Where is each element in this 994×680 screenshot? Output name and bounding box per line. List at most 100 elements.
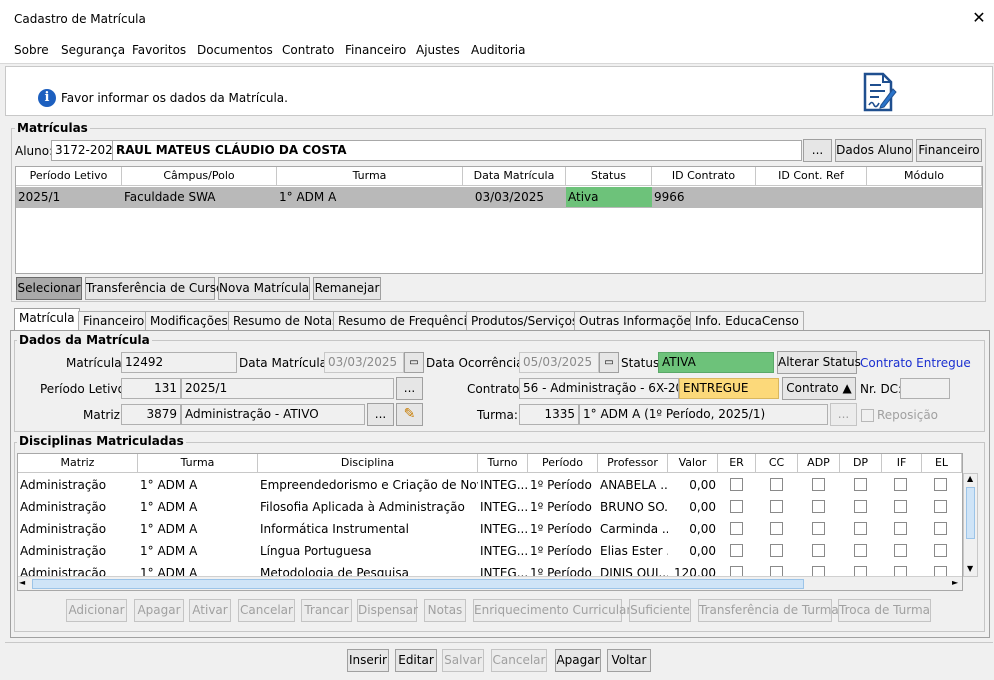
menu-sobre[interactable]: Sobre <box>14 43 49 57</box>
row-checkbox-adp[interactable] <box>812 478 825 491</box>
menu-financeiro[interactable]: Financeiro <box>345 43 406 57</box>
menu-favoritos[interactable]: Favoritos <box>132 43 186 57</box>
row-checkbox-dp[interactable] <box>854 522 867 535</box>
col-periodo-letivo[interactable]: Período Letivo <box>16 167 122 186</box>
status-field[interactable]: ATIVA <box>658 352 774 373</box>
contrato-status-field[interactable]: ENTREGUE <box>679 378 779 399</box>
row-checkbox-adp[interactable] <box>812 522 825 535</box>
tab-produtos-servicos[interactable]: Produtos/Serviços <box>466 311 584 330</box>
cancelar-button[interactable]: Cancelar <box>238 599 295 622</box>
row-checkbox-el[interactable] <box>934 500 947 513</box>
col-turma[interactable]: Turma <box>138 454 258 473</box>
tab-outras-informacoes[interactable]: Outras Informações <box>574 311 703 330</box>
scrollbar-thumb[interactable] <box>966 487 975 539</box>
remanejar-button[interactable]: Remanejar <box>313 277 381 300</box>
col-data-matricula[interactable]: Data Matrícula <box>463 167 566 186</box>
col-disciplina[interactable]: Disciplina <box>258 454 478 473</box>
matriz-search-button[interactable]: ... <box>367 403 394 426</box>
contrato-dropdown-button[interactable]: Contrato ▲ <box>782 377 856 400</box>
voltar-button[interactable]: Voltar <box>607 649 651 672</box>
col-modulo[interactable]: Módulo <box>867 167 982 186</box>
row-checkbox-cc[interactable] <box>770 500 783 513</box>
row-checkbox-cc[interactable] <box>770 478 783 491</box>
col-professor[interactable]: Professor <box>598 454 668 473</box>
scroll-down-icon[interactable]: ▼ <box>967 564 973 573</box>
inserir-button[interactable]: Inserir <box>347 649 389 672</box>
col-id-contrato[interactable]: ID Contrato <box>652 167 756 186</box>
col-el[interactable]: EL <box>922 454 962 473</box>
apagar-button[interactable]: Apagar <box>134 599 184 622</box>
col-periodo[interactable]: Período <box>528 454 598 473</box>
row-checkbox-dp[interactable] <box>854 478 867 491</box>
periodo-search-button[interactable]: ... <box>396 377 423 400</box>
row-checkbox-if[interactable] <box>894 544 907 557</box>
col-er[interactable]: ER <box>718 454 756 473</box>
scroll-left-icon[interactable]: ◄ <box>19 578 25 587</box>
data-ocorrencia-field[interactable]: 05/03/2025 <box>519 352 599 373</box>
col-status[interactable]: Status <box>566 167 652 186</box>
aluno-nome-field[interactable]: RAUL MATEUS CLÁUDIO DA COSTA <box>112 140 802 161</box>
row-checkbox-cc[interactable] <box>770 522 783 535</box>
aluno-search-button[interactable]: ... <box>803 139 832 162</box>
close-icon[interactable]: ✕ <box>970 8 988 27</box>
menu-auditoria[interactable]: Auditoria <box>471 43 525 57</box>
reposicao-checkbox[interactable] <box>861 409 874 422</box>
trancar-button[interactable]: Trancar <box>301 599 352 622</box>
row-checkbox-er[interactable] <box>730 500 743 513</box>
matriz-field[interactable]: Administração - ATIVO <box>181 404 365 425</box>
apagar-button[interactable]: Apagar <box>555 649 601 672</box>
suficiente-button[interactable]: Suficiente <box>629 599 691 622</box>
periodo-field[interactable]: 2025/1 <box>181 378 394 399</box>
tab-resumo-notas[interactable]: Resumo de Notas <box>228 311 344 330</box>
col-adp[interactable]: ADP <box>798 454 840 473</box>
col-turno[interactable]: Turno <box>478 454 528 473</box>
row-checkbox-el[interactable] <box>934 544 947 557</box>
tab-matricula[interactable]: Matrícula <box>14 308 80 331</box>
calendar-icon[interactable]: ▭ <box>599 352 619 373</box>
col-if[interactable]: IF <box>882 454 922 473</box>
tab-financeiro[interactable]: Financeiro <box>78 311 150 330</box>
tab-resumo-frequencia[interactable]: Resumo de Frequência <box>333 311 480 330</box>
horizontal-scrollbar[interactable]: ◄ ► <box>18 576 962 590</box>
disciplinas-table[interactable]: Matriz Turma Disciplina Turno Período Pr… <box>17 453 963 591</box>
col-campus[interactable]: Câmpus/Polo <box>122 167 277 186</box>
col-dp[interactable]: DP <box>840 454 882 473</box>
row-checkbox-if[interactable] <box>894 522 907 535</box>
tab-modificacoes[interactable]: Modificações <box>145 311 233 330</box>
cancelar-button[interactable]: Cancelar <box>491 649 547 672</box>
row-checkbox-if[interactable] <box>894 478 907 491</box>
alterar-status-button[interactable]: Alterar Status <box>777 351 861 374</box>
scroll-right-icon[interactable]: ► <box>952 578 958 587</box>
row-checkbox-el[interactable] <box>934 478 947 491</box>
dados-aluno-button[interactable]: Dados Aluno <box>835 139 913 162</box>
matriz-codigo-field[interactable]: 3879 <box>121 404 181 425</box>
col-valor[interactable]: Valor <box>668 454 718 473</box>
financeiro-button[interactable]: Financeiro <box>916 139 982 162</box>
row-checkbox-if[interactable] <box>894 500 907 513</box>
notas-button[interactable]: Notas <box>424 599 466 622</box>
row-checkbox-dp[interactable] <box>854 544 867 557</box>
nova-matricula-button[interactable]: Nova Matrícula <box>218 277 310 300</box>
row-checkbox-dp[interactable] <box>854 500 867 513</box>
periodo-codigo-field[interactable]: 131 <box>121 378 181 399</box>
nr-dc-field[interactable] <box>900 378 950 399</box>
col-matriz[interactable]: Matriz <box>18 454 138 473</box>
selecionar-button[interactable]: Selecionar <box>16 277 82 300</box>
ativar-button[interactable]: Ativar <box>189 599 231 622</box>
tab-info-educacenso[interactable]: Info. EducaCenso <box>690 311 804 330</box>
editar-button[interactable]: Editar <box>395 649 437 672</box>
matricula-field[interactable]: 12492 <box>121 352 237 373</box>
menu-seguranca[interactable]: Segurança <box>61 43 125 57</box>
row-checkbox-er[interactable] <box>730 544 743 557</box>
scroll-up-icon[interactable]: ▲ <box>967 474 973 483</box>
salvar-button[interactable]: Salvar <box>442 649 484 672</box>
menu-documentos[interactable]: Documentos <box>197 43 273 57</box>
turma-codigo-field[interactable]: 1335 <box>519 404 579 425</box>
row-checkbox-er[interactable] <box>730 522 743 535</box>
data-matricula-field[interactable]: 03/03/2025 <box>324 352 404 373</box>
adicionar-button[interactable]: Adicionar <box>66 599 127 622</box>
menu-ajustes[interactable]: Ajustes <box>416 43 460 57</box>
transferencia-turma-button[interactable]: Transferência de Turma <box>698 599 839 622</box>
dispensar-button[interactable]: Dispensar <box>357 599 418 622</box>
row-checkbox-cc[interactable] <box>770 544 783 557</box>
